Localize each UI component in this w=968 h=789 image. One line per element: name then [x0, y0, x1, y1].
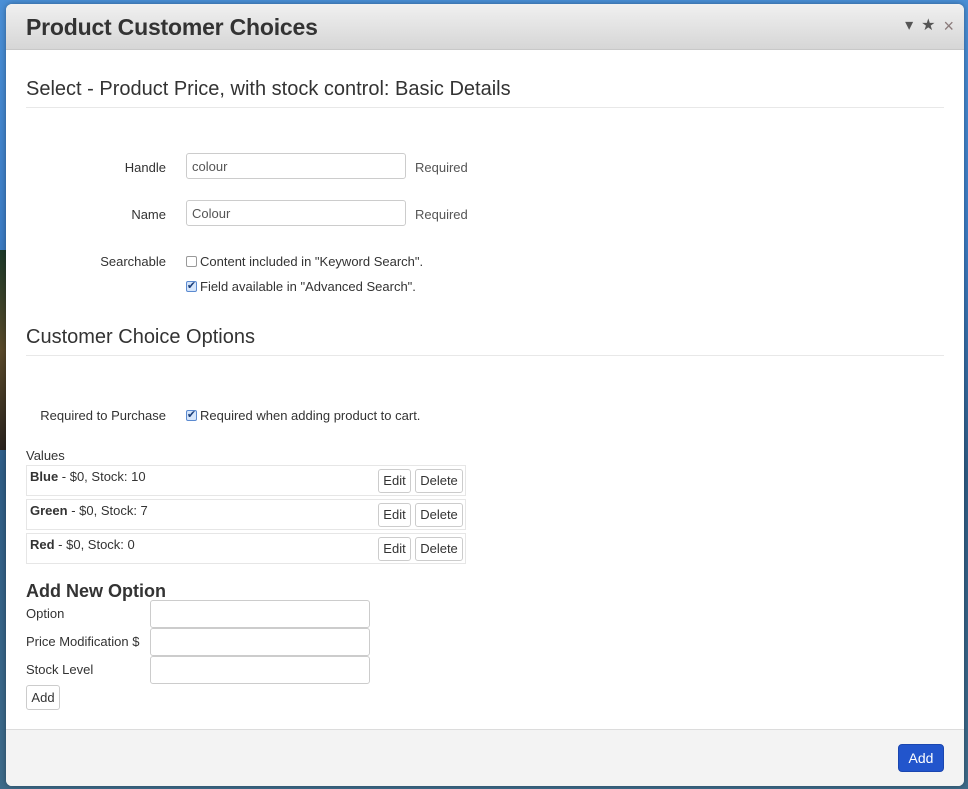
edit-button[interactable]: Edit [378, 503, 411, 527]
basic-details-heading: Select - Product Price, with stock contr… [26, 78, 511, 100]
name-label: Name [131, 207, 166, 222]
dialog-controls: ▾ ★ × [905, 17, 954, 35]
stock-level-label: Stock Level [26, 662, 94, 677]
value-name: Red [30, 537, 55, 552]
add-button[interactable]: Add [898, 744, 944, 772]
keyword-search-checkbox[interactable]: Content included in "Keyword Search". [186, 254, 423, 269]
price-modification-input[interactable] [150, 628, 370, 656]
advanced-search-label: Field available in "Advanced Search". [200, 279, 416, 294]
divider [26, 107, 944, 108]
required-to-purchase-label: Required to Purchase [40, 408, 166, 423]
checkbox-checked-icon[interactable]: ✔ [186, 410, 197, 421]
handle-required-hint: Required [415, 160, 468, 175]
value-name: Blue [30, 469, 59, 484]
star-icon[interactable]: ★ [921, 17, 935, 35]
handle-input[interactable] [186, 153, 406, 179]
option-label: Option [26, 606, 65, 621]
dialog-footer: Add [6, 729, 964, 786]
collapse-icon[interactable]: ▾ [905, 17, 913, 35]
checkbox-checked-icon[interactable]: ✔ [186, 281, 197, 292]
checkbox-unchecked-icon[interactable] [186, 256, 197, 267]
name-input[interactable] [186, 200, 406, 226]
add-option-button[interactable]: Add [26, 685, 60, 710]
value-row: Blue - $0, Stock: 10 Edit Delete [26, 465, 466, 496]
values-label: Values [26, 448, 65, 463]
delete-button[interactable]: Delete [415, 537, 463, 561]
divider [26, 355, 944, 356]
name-required-hint: Required [415, 207, 468, 222]
value-detail: - $0, Stock: 10 [58, 469, 146, 484]
dialog-title: Product Customer Choices [26, 14, 318, 40]
value-row: Red - $0, Stock: 0 Edit Delete [26, 533, 466, 564]
stock-level-input[interactable] [150, 656, 370, 684]
product-customer-choices-dialog: Product Customer Choices ▾ ★ × Select - … [6, 4, 964, 786]
option-input[interactable] [150, 600, 370, 628]
customer-choice-options-heading: Customer Choice Options [26, 326, 255, 348]
required-to-purchase-checkbox[interactable]: ✔ Required when adding product to cart. [186, 408, 420, 423]
delete-button[interactable]: Delete [415, 469, 463, 493]
searchable-label: Searchable [100, 254, 166, 269]
value-detail: - $0, Stock: 7 [67, 503, 148, 518]
add-new-option-heading: Add New Option [26, 581, 166, 601]
dialog-titlebar: Product Customer Choices ▾ ★ × [6, 4, 964, 50]
value-name: Green [30, 503, 68, 518]
edit-button[interactable]: Edit [378, 537, 411, 561]
close-icon[interactable]: × [943, 17, 954, 35]
required-to-purchase-checkbox-label: Required when adding product to cart. [200, 408, 421, 423]
value-detail: - $0, Stock: 0 [54, 537, 135, 552]
value-row: Green - $0, Stock: 7 Edit Delete [26, 499, 466, 530]
handle-label: Handle [124, 160, 166, 175]
keyword-search-label: Content included in "Keyword Search". [200, 254, 424, 269]
delete-button[interactable]: Delete [415, 503, 463, 527]
price-modification-label: Price Modification $ [26, 634, 140, 649]
edit-button[interactable]: Edit [378, 469, 411, 493]
advanced-search-checkbox[interactable]: ✔ Field available in "Advanced Search". [186, 279, 416, 294]
dialog-content: Select - Product Price, with stock contr… [6, 50, 964, 730]
